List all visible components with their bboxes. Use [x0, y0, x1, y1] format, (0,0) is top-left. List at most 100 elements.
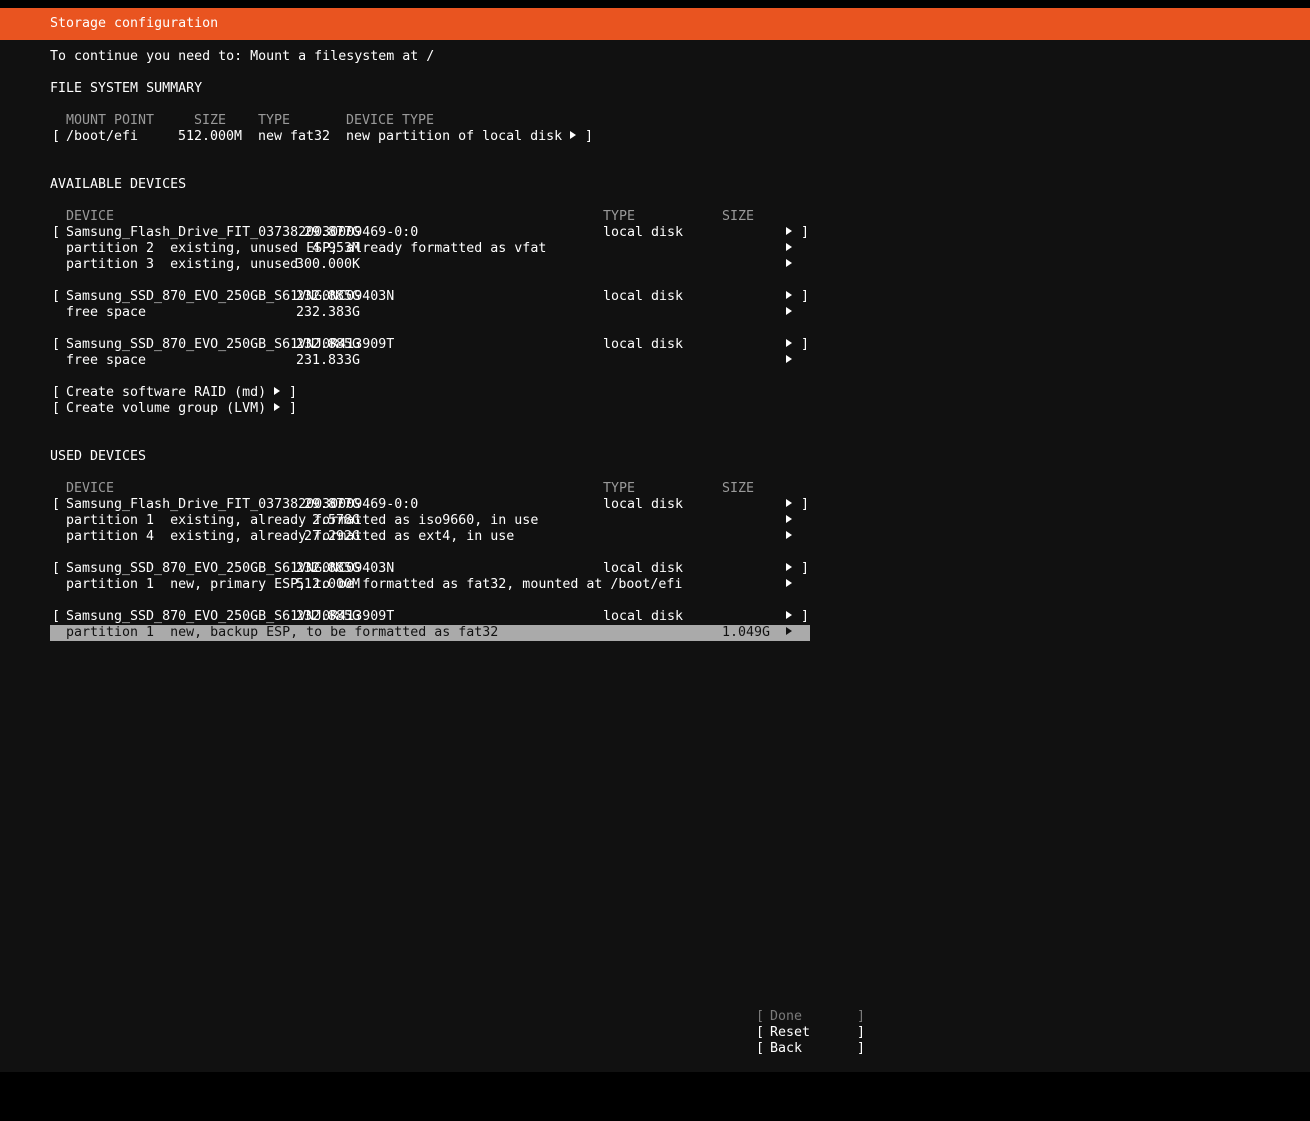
create-raid-button[interactable]: [ Create software RAID (md) ] [0, 385, 400, 401]
col-size: SIZE [722, 209, 755, 224]
arrow-right-icon [786, 241, 792, 257]
free-space-row[interactable]: free space 232.383G [0, 305, 900, 321]
free-space-size: 231.833G [295, 353, 360, 368]
close-bracket: ] [585, 129, 594, 144]
partition-size: 512.000M [295, 577, 360, 592]
available-header-row: DEVICE TYPE SIZE [0, 209, 900, 225]
used-disk-row[interactable]: [ Samsung_SSD_870_EVO_250GB_S61VNG0NC094… [0, 561, 900, 577]
free-space-label: free space [66, 305, 147, 320]
open-bracket: [ [52, 385, 61, 400]
partition-row[interactable]: partition 3 existing, unused 300.000K [0, 257, 900, 273]
disk-name: Samsung_Flash_Drive_FIT_0373820030009469… [66, 225, 419, 240]
partition-row[interactable]: partition 1 new, primary ESP, to be form… [0, 577, 900, 593]
open-bracket: [ [52, 497, 61, 512]
col-device: DEVICE [66, 481, 115, 496]
available-disk-row[interactable]: [ Samsung_Flash_Drive_FIT_03738200300094… [0, 225, 900, 241]
used-disk-row[interactable]: [ Samsung_SSD_870_EVO_250GB_S61VNJ0R4139… [0, 609, 900, 625]
reset-button[interactable]: [ Reset ] [0, 1025, 900, 1041]
disk-name: Samsung_Flash_Drive_FIT_0373820030009469… [66, 497, 419, 512]
arrow-right-icon [786, 337, 792, 353]
done-label: Done [770, 1009, 803, 1024]
arrow-right-icon [786, 577, 792, 593]
fs-size: 512.000M [178, 129, 243, 144]
open-bracket: [ [52, 289, 61, 304]
arrow-right-icon [786, 225, 792, 241]
close-bracket: ] [801, 609, 810, 624]
arrow-right-icon [786, 257, 792, 273]
arrow-right-icon [786, 529, 792, 545]
disk-type: local disk [603, 337, 684, 352]
col-type: TYPE [258, 113, 291, 128]
partition-label: partition 4 existing, already formatted … [66, 529, 515, 544]
selected-partition-row[interactable]: partition 1 new, backup ESP, to be forma… [50, 625, 810, 641]
open-bracket: [ [52, 561, 61, 576]
partition-row[interactable]: partition 4 existing, already formatted … [0, 529, 900, 545]
disk-size: 29.877G [303, 225, 360, 240]
col-device-type: DEVICE TYPE [346, 113, 435, 128]
partition-label: partition 2 existing, unused ESP, alread… [66, 241, 547, 256]
col-device: DEVICE [66, 209, 115, 224]
close-bracket: ] [289, 401, 298, 416]
back-button[interactable]: [ Back ] [0, 1041, 900, 1057]
close-bracket: ] [801, 289, 810, 304]
arrow-right-icon [786, 513, 792, 529]
fs-device-type: new partition of local disk [346, 129, 563, 144]
fs-summary-header-row: MOUNT POINT SIZE TYPE DEVICE TYPE [0, 113, 900, 129]
disk-type: local disk [603, 289, 684, 304]
open-bracket: [ [52, 225, 61, 240]
close-bracket: ] [801, 497, 810, 512]
arrow-right-icon [786, 289, 792, 305]
close-bracket: ] [857, 1025, 866, 1040]
arrow-right-icon [274, 385, 280, 401]
open-bracket: [ [52, 337, 61, 352]
arrow-right-icon [274, 401, 280, 417]
arrow-right-icon [786, 305, 792, 321]
close-bracket: ] [289, 385, 298, 400]
fs-summary-row[interactable]: [ /boot/efi 512.000M new fat32 new parti… [0, 129, 900, 145]
close-bracket: ] [857, 1041, 866, 1056]
used-header-row: DEVICE TYPE SIZE [0, 481, 900, 497]
partition-row[interactable]: partition 1 existing, already formatted … [0, 513, 900, 529]
arrow-right-icon [786, 353, 792, 369]
disk-size: 232.885G [295, 561, 360, 576]
available-disk-row[interactable]: [ Samsung_SSD_870_EVO_250GB_S61VNG0NC094… [0, 289, 900, 305]
create-lvm-button[interactable]: [ Create volume group (LVM) ] [0, 401, 400, 417]
partition-row[interactable]: partition 2 existing, unused ESP, alread… [0, 241, 900, 257]
fs-type: new fat32 [258, 129, 331, 144]
available-devices-heading: AVAILABLE DEVICES [50, 177, 187, 192]
col-size: SIZE [194, 113, 227, 128]
disk-size: 232.885G [295, 337, 360, 352]
partition-size: 300.000K [295, 257, 360, 272]
partition-label: partition 1 new, primary ESP, to be form… [66, 577, 683, 592]
requirement-notice: To continue you need to: Mount a filesys… [50, 49, 435, 64]
free-space-label: free space [66, 353, 147, 368]
available-disk-row[interactable]: [ Samsung_SSD_870_EVO_250GB_S61VNJ0R4139… [0, 337, 900, 353]
partition-size: 1.049G [721, 625, 770, 640]
used-devices-heading: USED DEVICES [50, 449, 147, 464]
back-label: Back [770, 1041, 803, 1056]
disk-type: local disk [603, 561, 684, 576]
partition-label: partition 1 new, backup ESP, to be forma… [66, 625, 499, 640]
create-raid-label: Create software RAID (md) [66, 385, 267, 400]
disk-type: local disk [603, 609, 684, 624]
arrow-right-icon [786, 497, 792, 513]
open-bracket: [ [756, 1041, 765, 1056]
used-disk-row[interactable]: [ Samsung_Flash_Drive_FIT_03738200300094… [0, 497, 900, 513]
close-bracket: ] [801, 337, 810, 352]
partition-label: partition 1 existing, already formatted … [66, 513, 539, 528]
close-bracket: ] [801, 225, 810, 240]
create-lvm-label: Create volume group (LVM) [66, 401, 267, 416]
free-space-size: 232.383G [295, 305, 360, 320]
partition-label: partition 3 existing, unused [66, 257, 299, 272]
partition-size: 4.953M [311, 241, 360, 256]
open-bracket: [ [756, 1009, 765, 1024]
disk-size: 29.877G [303, 497, 360, 512]
disk-size: 232.885G [295, 609, 360, 624]
done-button[interactable]: [ Done ] [0, 1009, 900, 1025]
close-bracket: ] [857, 1009, 866, 1024]
arrow-right-icon [786, 625, 792, 641]
col-mount-point: MOUNT POINT [66, 113, 155, 128]
free-space-row[interactable]: free space 231.833G [0, 353, 900, 369]
arrow-right-icon [786, 561, 792, 577]
close-bracket: ] [801, 561, 810, 576]
